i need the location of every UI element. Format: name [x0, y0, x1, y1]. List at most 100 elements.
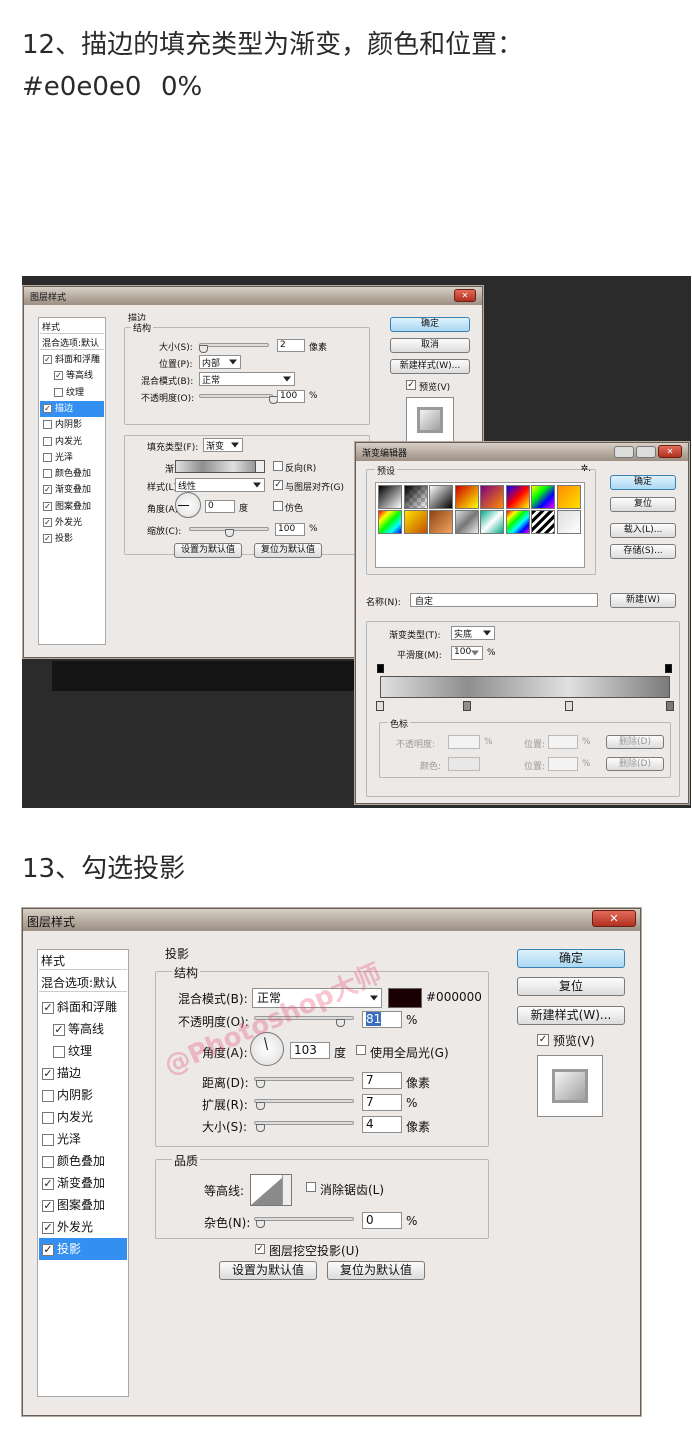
size-slider[interactable] [199, 343, 269, 347]
style-item-checkbox[interactable] [53, 1045, 65, 1058]
style-list-item[interactable]: ✓ 投影 [39, 1238, 127, 1260]
gradient-preset-swatch[interactable] [429, 485, 453, 509]
shadow-angle-field[interactable]: 103 [290, 1042, 330, 1059]
shadow-title-bar[interactable]: 图层样式 ✕ [23, 909, 640, 931]
close-icon[interactable]: ✕ [454, 289, 476, 302]
style-item-checkbox[interactable] [42, 1155, 54, 1168]
opacity-field[interactable]: 100 [277, 390, 305, 403]
size-field[interactable]: 2 [277, 339, 305, 352]
shadow-preview-checkbox[interactable]: ✓ [537, 1034, 549, 1046]
gradient-preset-swatch[interactable] [556, 510, 581, 534]
scale-slider-thumb[interactable] [225, 529, 234, 537]
style-list-item[interactable]: 光泽 [39, 1128, 127, 1150]
presets-gear-icon[interactable]: ✲. [581, 464, 591, 474]
style-list-item[interactable]: 颜色叠加 [39, 1150, 127, 1172]
style-list-item[interactable]: 内阴影 [40, 417, 104, 433]
title-bar[interactable]: 图层样式 ✕ [24, 287, 482, 305]
shadow-opacity-thumb[interactable] [336, 1019, 345, 1027]
delete-color-button[interactable]: 删除(D) [606, 757, 664, 771]
style-list-item[interactable]: 光泽 [40, 450, 104, 466]
gradient-preset-swatch[interactable] [480, 510, 504, 534]
gradient-preset-swatch[interactable] [403, 485, 428, 509]
style-list-item[interactable]: 颜色叠加 [40, 466, 104, 482]
gradient-color-stop[interactable] [666, 701, 674, 711]
style-list-item[interactable]: 纹理 [39, 1040, 127, 1062]
style-item-checkbox[interactable]: ✓ [42, 1199, 54, 1212]
gradient-preset-swatch[interactable] [505, 485, 530, 509]
noise-thumb[interactable] [256, 1220, 265, 1228]
style-list-item[interactable]: 内发光 [39, 1106, 127, 1128]
ok-button[interactable]: 确定 [390, 317, 470, 332]
style-list-item[interactable]: ✓ 外发光 [40, 515, 104, 531]
fill-type-select[interactable]: 渐变 [203, 438, 243, 452]
gradient-preset-swatch[interactable] [531, 510, 555, 534]
noise-slider[interactable] [254, 1217, 354, 1221]
dither-checkbox[interactable] [273, 501, 283, 511]
preview-checkbox[interactable]: ✓ [406, 380, 416, 390]
gradient-preset-swatch[interactable] [556, 485, 581, 509]
new-style-button[interactable]: 新建样式(W)... [390, 359, 470, 374]
style-list-item[interactable]: ✓ 图案叠加 [39, 1194, 127, 1216]
gradient-preset-swatch[interactable] [378, 510, 402, 534]
gradient-swatch[interactable] [175, 460, 265, 473]
style-item-checkbox[interactable]: ✓ [43, 355, 52, 364]
load-button[interactable]: 载入(L)... [610, 523, 676, 538]
style-item-checkbox[interactable]: ✓ [42, 1177, 54, 1190]
style-item-checkbox[interactable] [42, 1133, 54, 1146]
gradient-color-stop[interactable] [376, 701, 384, 711]
shadow-reset-default-button[interactable]: 复位为默认值 [327, 1261, 425, 1280]
distance-slider[interactable] [254, 1077, 354, 1081]
style-item-checkbox[interactable]: ✓ [43, 534, 52, 544]
style-item-checkbox[interactable]: ✓ [42, 1243, 54, 1256]
shadow-set-default-button[interactable]: 设置为默认值 [219, 1261, 317, 1280]
gradient-editor-title-bar[interactable]: 渐变编辑器 ✕ [356, 443, 688, 461]
shadow-new-style-button[interactable]: 新建样式(W)... [517, 1006, 625, 1025]
shadow-opacity-field[interactable]: 81 [362, 1011, 402, 1028]
style-item-checkbox[interactable] [42, 1089, 54, 1102]
angle-field[interactable]: 0 [205, 500, 235, 513]
gradient-bar[interactable] [380, 676, 670, 698]
position-select[interactable]: 内部 [199, 355, 241, 369]
size-slider-thumb[interactable] [199, 345, 208, 353]
opacity-stop-left[interactable] [377, 664, 384, 673]
gradient-preset-swatch[interactable] [454, 485, 479, 509]
smoothness-field[interactable]: 100 [451, 646, 483, 660]
style-item-checkbox[interactable]: ✓ [42, 1067, 54, 1080]
style-item-checkbox[interactable]: ✓ [42, 1001, 54, 1014]
minimize-icon[interactable] [614, 446, 634, 458]
style-item-checkbox[interactable] [54, 387, 63, 397]
spread-slider[interactable] [254, 1099, 354, 1103]
style-list-item[interactable]: ✓ 图案叠加 [40, 499, 104, 515]
opacity-slider[interactable] [199, 394, 273, 398]
gradient-style-select[interactable]: 线性 [175, 478, 265, 492]
shadow-reset-button[interactable]: 复位 [517, 977, 625, 996]
style-list-item[interactable]: ✓ 斜面和浮雕 [40, 352, 104, 368]
gradient-dropdown[interactable] [255, 460, 265, 473]
global-light-checkbox[interactable] [356, 1045, 366, 1055]
contour-dropdown-icon[interactable] [282, 1175, 291, 1205]
spread-thumb[interactable] [256, 1102, 265, 1110]
style-list-item[interactable]: 内发光 [40, 434, 104, 450]
delete-opacity-button[interactable]: 删除(D) [606, 735, 664, 749]
gradient-preset-swatch[interactable] [429, 510, 453, 534]
style-list-item[interactable]: 纹理 [40, 385, 104, 401]
style-item-checkbox[interactable]: ✓ [43, 403, 52, 413]
style-list-item[interactable]: ✓ 外发光 [39, 1216, 127, 1238]
style-item-checkbox[interactable] [43, 469, 52, 479]
shadow-blend-options-item[interactable]: 混合选项:默认 [39, 974, 127, 992]
style-item-checkbox[interactable]: ✓ [53, 1023, 65, 1036]
shadow-size-thumb[interactable] [256, 1124, 265, 1132]
gradient-type-select[interactable]: 实底 [451, 626, 495, 640]
style-list-item[interactable]: ✓ 斜面和浮雕 [39, 996, 127, 1018]
blend-select[interactable]: 正常 [199, 372, 295, 386]
gradient-reset-button[interactable]: 复位 [610, 497, 676, 512]
spread-field[interactable]: 7 [362, 1094, 402, 1111]
gradient-preset-swatch[interactable] [531, 485, 555, 509]
style-item-checkbox[interactable] [43, 436, 52, 446]
style-list-item[interactable]: ✓ 等高线 [39, 1018, 127, 1040]
gradient-preset-swatch[interactable] [505, 510, 530, 534]
shadow-close-icon[interactable]: ✕ [592, 910, 636, 927]
gradient-color-stop[interactable] [564, 701, 573, 711]
gradient-editor-close-icon[interactable]: ✕ [658, 445, 682, 458]
gradient-preset-swatch[interactable] [403, 510, 428, 534]
